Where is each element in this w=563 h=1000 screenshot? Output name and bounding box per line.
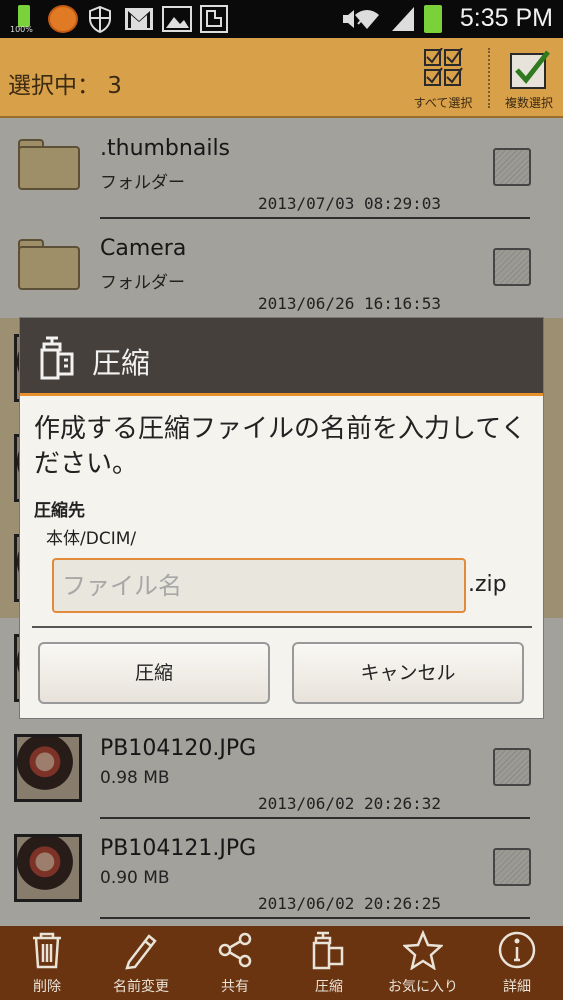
pencil-icon bbox=[125, 934, 157, 970]
zip-extension: .zip bbox=[468, 572, 507, 597]
download-icon bbox=[200, 5, 228, 33]
selection-header: 選択中： 3 すべて選択 複数選択 bbox=[0, 38, 563, 118]
share-label: 共有 bbox=[221, 979, 249, 995]
destination-path: 本体/DCIM/ bbox=[46, 529, 137, 549]
bottom-toolbar: 削除 名前変更 共有 圧縮 お気に入り 詳細 bbox=[0, 926, 563, 1000]
share-icon bbox=[218, 932, 252, 968]
cancel-button[interactable]: キャンセル bbox=[292, 642, 524, 704]
status-bar: 100% 5:35 PM bbox=[0, 0, 563, 38]
rename-label: 名前変更 bbox=[113, 979, 169, 995]
trash-icon bbox=[33, 932, 61, 969]
shield-icon bbox=[89, 5, 111, 33]
multi-select-button[interactable]: 複数選択 bbox=[490, 42, 563, 114]
destination-label: 圧縮先 bbox=[34, 501, 85, 521]
select-all-button[interactable]: すべて選択 bbox=[404, 42, 482, 114]
compress-button[interactable]: 圧縮 bbox=[38, 642, 270, 704]
favorites-label: お気に入り bbox=[388, 979, 458, 995]
details-button[interactable]: 詳細 bbox=[470, 926, 563, 1000]
delete-label: 削除 bbox=[33, 979, 61, 995]
gallery-icon bbox=[162, 6, 192, 32]
selection-count: 選択中： 3 bbox=[8, 73, 122, 99]
battery-icon: 100% bbox=[10, 5, 36, 34]
compress-label: 圧縮 bbox=[315, 979, 343, 995]
dialog-message: 作成する圧縮ファイルの名前を入力してください。 bbox=[34, 414, 527, 479]
multi-select-label: 複数選択 bbox=[504, 96, 553, 110]
favorites-button[interactable]: お気に入り bbox=[376, 926, 470, 1000]
wifi-icon bbox=[355, 10, 379, 29]
compress-icon bbox=[40, 336, 74, 380]
compress-icon bbox=[312, 931, 344, 970]
clock: 5:35 PM bbox=[459, 4, 553, 32]
info-icon bbox=[498, 931, 536, 969]
signal-icon bbox=[392, 7, 414, 31]
rename-button[interactable]: 名前変更 bbox=[94, 926, 188, 1000]
star-icon bbox=[403, 930, 443, 970]
compress-dialog: 圧縮 作成する圧縮ファイルの名前を入力してください。 圧縮先 本体/DCIM/ … bbox=[20, 318, 543, 718]
dialog-title: 圧縮 bbox=[92, 346, 151, 380]
app-notification-icon bbox=[48, 5, 78, 33]
details-label: 詳細 bbox=[503, 979, 531, 995]
share-button[interactable]: 共有 bbox=[188, 926, 282, 1000]
delete-button[interactable]: 削除 bbox=[0, 926, 94, 1000]
multi-select-icon bbox=[510, 50, 550, 89]
dialog-divider bbox=[32, 626, 532, 628]
battery-level-icon bbox=[424, 5, 442, 33]
filename-input[interactable] bbox=[52, 558, 466, 613]
compress-tool-button[interactable]: 圧縮 bbox=[282, 926, 376, 1000]
battery-percent-text: 100% bbox=[10, 25, 33, 34]
select-all-icon bbox=[424, 48, 463, 86]
mail-icon bbox=[125, 8, 153, 30]
select-all-label: すべて選択 bbox=[413, 96, 473, 110]
dialog-header: 圧縮 bbox=[20, 318, 543, 396]
